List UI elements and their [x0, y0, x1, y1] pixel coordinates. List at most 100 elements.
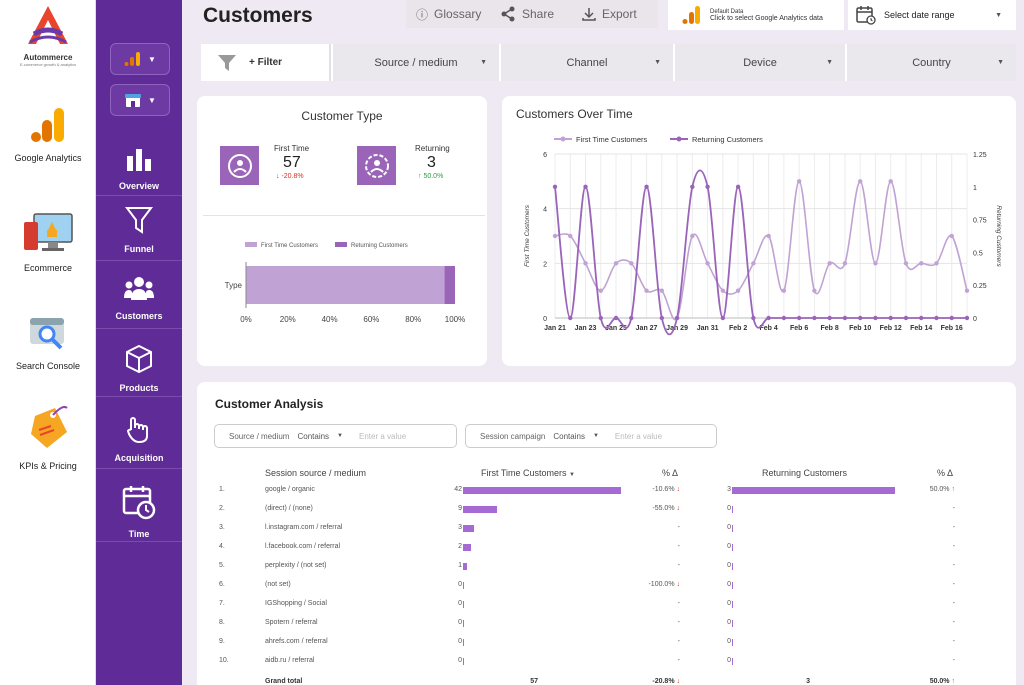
col-header-pct1[interactable]: % Δ — [662, 468, 678, 478]
rail-item-kpis-pricing[interactable]: KPIs & Pricing — [0, 402, 96, 471]
x-tick-label: Jan 29 — [666, 325, 688, 332]
data-point-first-time — [919, 261, 924, 266]
sidebar-item-time[interactable]: Time — [96, 484, 182, 539]
glossary-button[interactable]: ⓘ Glossary — [406, 0, 490, 28]
x-tick-label: Feb 6 — [790, 325, 808, 332]
chevron-down-icon: ▼ — [337, 433, 343, 439]
rail-item-search-console[interactable]: Search Console — [0, 312, 96, 371]
data-point-returning — [705, 184, 710, 189]
add-filter-label: + Filter — [249, 57, 283, 68]
add-filter-button[interactable]: + Filter — [201, 44, 329, 81]
first-time-bar — [463, 506, 497, 513]
data-point-returning — [644, 184, 649, 189]
session-campaign-filter[interactable]: Session campaign Contains ▼ Enter a valu… — [465, 424, 717, 448]
store-icon — [125, 94, 142, 107]
rail-item-ecommerce[interactable]: Ecommerce — [0, 212, 96, 273]
google-analytics-icon — [31, 108, 64, 142]
grand-total-pct2: 50.0% ↑ — [929, 678, 955, 685]
first-time-bar — [463, 525, 475, 532]
filter-source-medium[interactable]: Source / medium ▼ — [331, 44, 499, 81]
data-source-dropdown[interactable]: ▼ — [110, 43, 170, 75]
first-time-value: 0 — [458, 638, 462, 645]
arrow-down-icon: ↓ — [674, 486, 680, 493]
filter-device[interactable]: Device ▼ — [673, 44, 845, 81]
brand-logo[interactable]: Autommerce E-commerce growth & analytics — [0, 4, 96, 67]
returning-bar — [732, 563, 733, 570]
store-dropdown[interactable]: ▼ — [110, 84, 170, 116]
filter-value-input[interactable]: Enter a value — [615, 432, 662, 441]
first-time-pct-change: -55.0% ↓ — [652, 505, 680, 512]
row-index: 5. — [219, 562, 225, 569]
divider — [96, 468, 182, 469]
row-source: ahrefs.com / referral — [265, 638, 328, 645]
y-axis-title: First Time Customers — [524, 204, 531, 267]
ecommerce-icon — [24, 213, 73, 251]
category-label: Type — [225, 281, 243, 290]
returning-bar — [732, 506, 733, 513]
returning-value: 3 — [727, 486, 731, 493]
sidebar-item-customers[interactable]: Customers — [96, 276, 182, 321]
table-row[interactable] — [215, 560, 995, 577]
brand-tagline: E-commerce growth & analytics — [19, 62, 77, 67]
returning-pct-change: - — [952, 638, 955, 645]
y-tick-label: 0 — [543, 316, 547, 323]
data-point-returning — [598, 315, 603, 321]
data-point-first-time — [934, 261, 939, 266]
grand-total-label: Grand total — [265, 678, 303, 685]
legend-swatch — [335, 242, 347, 247]
data-point-returning — [766, 315, 771, 321]
data-point-first-time — [629, 261, 634, 266]
series-line-returning — [554, 169, 967, 336]
table-row[interactable] — [215, 655, 995, 672]
returning-value: 0 — [727, 657, 731, 664]
table-row[interactable] — [215, 579, 995, 596]
col-header-first-time[interactable]: First Time Customers ▼ — [481, 468, 575, 478]
filter-channel[interactable]: Channel ▼ — [499, 44, 673, 81]
rail-item-google-analytics[interactable]: Google Analytics — [0, 106, 96, 163]
y2-tick-label: 1.25 — [973, 152, 987, 159]
arrow-down-icon: ↓ — [674, 678, 680, 685]
returning-pct-change: - — [952, 600, 955, 607]
col-header-source[interactable]: Session source / medium — [265, 468, 366, 478]
export-button[interactable]: Export — [572, 0, 658, 28]
first-time-delta: ↓ -20.8% — [276, 173, 304, 180]
col-header-pct2[interactable]: % Δ — [937, 468, 953, 478]
row-index: 9. — [219, 638, 225, 645]
first-time-pct-change: - — [677, 638, 680, 645]
table-row[interactable] — [215, 503, 995, 520]
sidebar-item-overview[interactable]: Overview — [96, 146, 182, 191]
users-icon — [124, 277, 154, 300]
returning-bar — [732, 525, 733, 532]
filter-value-input[interactable]: Enter a value — [359, 432, 406, 441]
grand-total-pct1: -20.8% ↓ — [652, 678, 680, 685]
sidebar-item-products[interactable]: Products — [96, 344, 182, 393]
row-index: 3. — [219, 524, 225, 531]
sidebar-item-funnel[interactable]: Funnel — [96, 205, 182, 254]
sidebar-item-acquisition[interactable]: Acquisition — [96, 414, 182, 463]
y2-tick-label: 0.5 — [973, 250, 983, 257]
calendar-icon — [856, 6, 876, 25]
x-tick-label: Jan 21 — [544, 325, 566, 332]
x-tick-label: Feb 2 — [729, 325, 747, 332]
data-source-selector[interactable]: Default Data Click to select Google Anal… — [668, 0, 844, 30]
col-header-returning[interactable]: Returning Customers — [762, 468, 847, 478]
returning-value: 0 — [727, 638, 731, 645]
sort-desc-icon: ▼ — [569, 472, 575, 478]
date-range-picker[interactable]: Select date range ▼ — [848, 0, 1016, 30]
date-range-label: Select date range — [884, 10, 955, 20]
table-row[interactable] — [215, 598, 995, 615]
data-point-returning — [857, 315, 863, 321]
table-row[interactable] — [215, 636, 995, 653]
filter-country[interactable]: Country ▼ — [845, 44, 1016, 81]
y-tick-label: 4 — [543, 207, 547, 214]
share-button[interactable]: Share — [490, 0, 572, 28]
table-row[interactable] — [215, 617, 995, 634]
row-source: (not set) — [265, 581, 291, 588]
data-point-returning — [751, 315, 756, 321]
data-point-returning — [659, 315, 665, 321]
x-tick-label: Jan 27 — [636, 325, 658, 332]
chevron-down-icon: ▼ — [592, 433, 599, 439]
legend-label: Returning Customers — [692, 135, 763, 144]
divider — [96, 195, 182, 196]
source-medium-filter[interactable]: Source / medium Contains ▼ Enter a value — [214, 424, 457, 448]
